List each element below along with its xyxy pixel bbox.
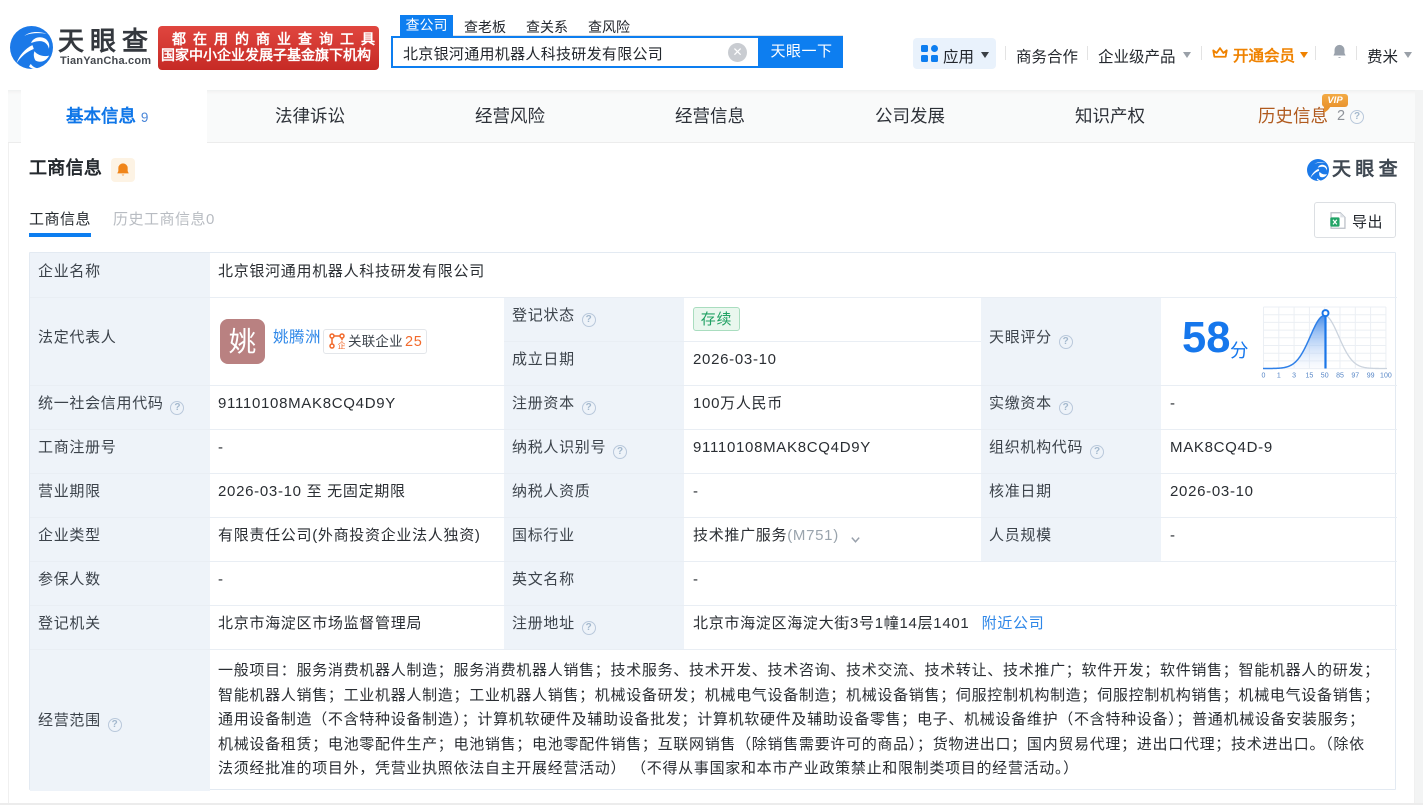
svg-text:15: 15 xyxy=(1306,373,1314,380)
svg-text:85: 85 xyxy=(1336,373,1344,380)
svg-text:50: 50 xyxy=(1321,373,1329,380)
svg-text:3: 3 xyxy=(1292,373,1296,380)
svg-text:0: 0 xyxy=(1262,373,1266,380)
svg-text:97: 97 xyxy=(1351,373,1359,380)
svg-text:1: 1 xyxy=(1277,373,1281,380)
svg-text:企: 企 xyxy=(338,341,345,349)
svg-text:99: 99 xyxy=(1367,373,1375,380)
svg-text:100: 100 xyxy=(1380,373,1392,380)
